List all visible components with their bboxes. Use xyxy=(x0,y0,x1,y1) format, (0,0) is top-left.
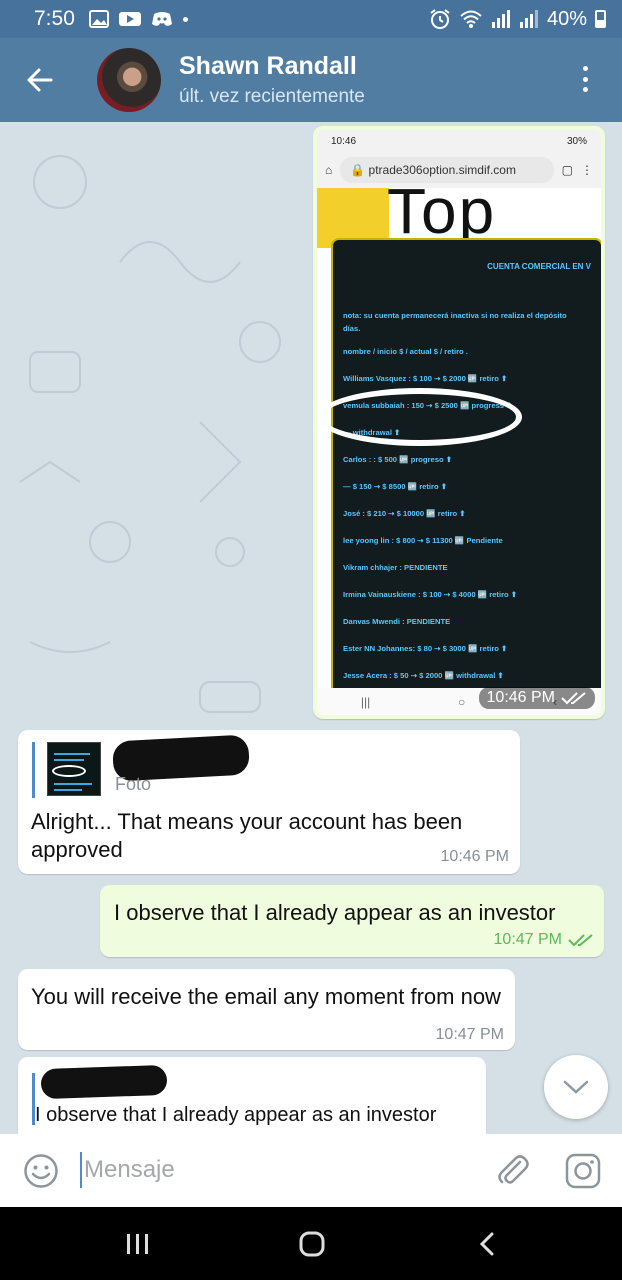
smiley-icon xyxy=(24,1154,58,1188)
attach-button[interactable] xyxy=(494,1152,532,1190)
play-store-icon xyxy=(118,12,141,26)
message-time: 10:47 PM xyxy=(435,1026,504,1043)
board-row: días. xyxy=(343,324,361,333)
signal-icon xyxy=(491,10,510,28)
chat-area[interactable]: 10:46 30% ⌂ 🔒 ptrade306option.simdif.com… xyxy=(0,122,622,1134)
message-in-1[interactable]: Foto Alright... That means your account … xyxy=(18,730,520,874)
reply-quote: I observe that I already appear as an in… xyxy=(35,1104,437,1126)
back-button[interactable] xyxy=(22,62,58,98)
recents-icon xyxy=(127,1234,148,1254)
system-nav-bar xyxy=(0,1207,622,1280)
paperclip-icon xyxy=(498,1155,529,1184)
arrow-left-icon xyxy=(27,68,53,92)
board-title: CUENTA COMERCIAL EN V xyxy=(487,262,591,271)
board-row: nombre / inicio $ / actual $ / retiro . xyxy=(343,347,468,356)
status-bar: 7:50 40% xyxy=(0,0,622,38)
lock-icon: 🔒 xyxy=(350,163,369,177)
camera-icon xyxy=(565,1153,601,1189)
shared-screenshot[interactable]: 10:46 30% ⌂ 🔒 ptrade306option.simdif.com… xyxy=(317,130,601,715)
board-row: nota: su cuenta permanecerá inactiva si … xyxy=(343,311,567,320)
message-time: 10:46 PM xyxy=(440,848,509,865)
alarm-icon xyxy=(430,9,450,29)
contact-name[interactable]: Shawn Randall xyxy=(179,52,357,81)
screenshot-status-bar: 10:46 30% xyxy=(317,130,601,152)
more-options-button[interactable] xyxy=(570,64,600,94)
emoji-button[interactable] xyxy=(23,1153,59,1189)
reply-header[interactable]: I observe that I already appear as an in… xyxy=(32,1064,472,1126)
board-row: — $ 150 ⇢ $ 8500 🆙 retiro ⬆ xyxy=(343,482,448,491)
dot-icon xyxy=(582,87,588,92)
scroll-down-button[interactable] xyxy=(544,1055,608,1119)
kebab-icon: ⋮ xyxy=(581,163,593,177)
avatar[interactable] xyxy=(97,48,161,112)
message-input[interactable] xyxy=(80,1152,440,1188)
battery-percent: 40% xyxy=(546,7,587,30)
page-heading: Top xyxy=(387,175,497,247)
contact-status: últ. vez recientemente xyxy=(179,86,365,107)
double-check-icon xyxy=(561,692,586,705)
reply-header[interactable]: Foto xyxy=(32,734,272,798)
board-row: Williams Vasquez : $ 100 ⇢ $ 2000 🆙 reti… xyxy=(343,374,508,383)
photo-time-badge: 10:46 PM xyxy=(478,687,595,709)
back-button-system[interactable] xyxy=(467,1227,507,1261)
discord-icon xyxy=(151,12,172,26)
home-icon xyxy=(299,1231,325,1257)
board-row: Carlos : : $ 500 🆙 progreso ⬆ xyxy=(343,455,453,464)
recents-icon: ||| xyxy=(360,694,371,709)
dot-icon xyxy=(582,76,588,82)
image-icon xyxy=(88,10,109,28)
battery-icon xyxy=(595,10,606,28)
screenshot-battery: 30% xyxy=(566,136,587,147)
board-row: lee yoong lin : $ 800 ⇢ $ 11300 🆙 Pendie… xyxy=(343,536,503,545)
photo-message[interactable]: 10:46 30% ⌂ 🔒 ptrade306option.simdif.com… xyxy=(313,126,605,719)
recents-button[interactable] xyxy=(118,1227,158,1261)
photo-time: 10:46 PM xyxy=(486,689,555,706)
tabs-icon: ▢ xyxy=(561,163,573,177)
dot-icon xyxy=(582,66,588,71)
back-chevron-icon xyxy=(479,1232,494,1256)
status-time: 7:50 xyxy=(34,7,75,30)
home-icon: ⌂ xyxy=(325,163,333,177)
dot-icon xyxy=(182,16,188,22)
chat-header: Shawn Randall últ. vez recientemente xyxy=(0,38,622,122)
board-row: Vikram chhajer : PENDIENTE xyxy=(343,563,448,572)
message-text: I observe that I already appear as an in… xyxy=(114,900,556,925)
redacted-name xyxy=(40,1064,168,1100)
board-row: José : $ 210 ⇢ $ 10000 🆙 retiro ⬆ xyxy=(343,509,466,518)
reply-thumbnail xyxy=(47,742,101,796)
reply-label: Foto xyxy=(115,774,152,794)
message-in-2[interactable]: You will receive the email any moment fr… xyxy=(18,969,515,1050)
message-out-1[interactable]: I observe that I already appear as an in… xyxy=(100,885,604,957)
highlight-circle xyxy=(317,388,522,446)
screenshot-time: 10:46 xyxy=(331,136,357,147)
wifi-icon xyxy=(460,10,482,28)
home-icon: ○ xyxy=(458,694,466,709)
board-row: Ester NN Johannes: $ 80 ⇢ $ 3000 🆙 retir… xyxy=(343,644,508,653)
home-button[interactable] xyxy=(292,1227,332,1261)
message-input-bar xyxy=(0,1134,622,1207)
double-check-icon xyxy=(568,934,593,947)
camera-button[interactable] xyxy=(564,1152,602,1190)
screenshot-page: Top CUENTA COMERCIAL EN V nota: su cuent… xyxy=(317,175,601,698)
board-row: Irmina Vainauskiene : $ 100 ⇢ $ 4000 🆙 r… xyxy=(343,590,518,599)
message-text: Alright... That means your account has b… xyxy=(31,809,463,862)
investor-board: CUENTA COMERCIAL EN V nota: su cuenta pe… xyxy=(331,238,601,698)
message-time: 10:47 PM xyxy=(493,931,562,948)
signal-icon-2 xyxy=(519,10,538,28)
board-row: Jesse Acera : $ 50 ⇢ $ 2000 🆙 withdrawal… xyxy=(343,671,504,680)
message-text: You will receive the email any moment fr… xyxy=(31,984,501,1009)
message-in-3[interactable]: I observe that I already appear as an in… xyxy=(18,1057,486,1134)
board-row: Danvas Mwendi : PENDIENTE xyxy=(343,617,451,626)
chevron-down-icon xyxy=(563,1080,589,1094)
